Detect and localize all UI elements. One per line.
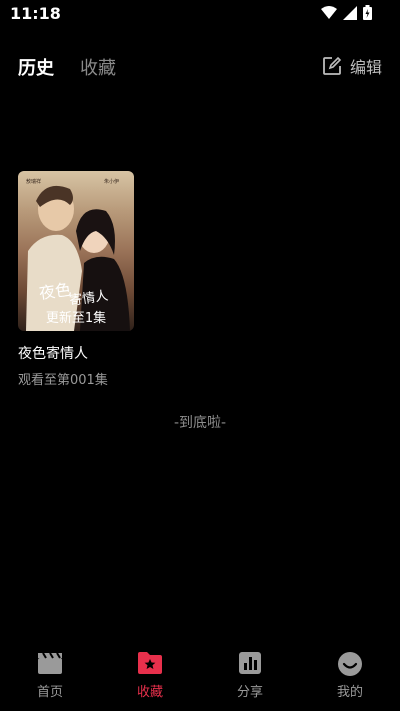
wifi-icon xyxy=(321,5,337,19)
battery-icon xyxy=(363,5,372,20)
end-of-list-text: -到底啦- xyxy=(173,415,227,431)
svg-text:敖瑞祥: 敖瑞祥 xyxy=(26,178,41,185)
star-folder-icon xyxy=(138,652,162,674)
nav-home[interactable]: 首页 xyxy=(0,649,100,711)
bar-chart-icon xyxy=(239,652,261,674)
edit-button[interactable]: 编辑 xyxy=(322,54,382,78)
nav-share-label: 分享 xyxy=(236,685,263,700)
watch-progress: 观看至第001集 xyxy=(18,373,108,388)
edit-label: 编辑 xyxy=(349,58,382,77)
tab-favorites[interactable]: 收藏 xyxy=(80,54,116,80)
poster-image[interactable]: 夜色 寄情人 敖瑞祥 朱小伊 更新至1集 xyxy=(18,171,134,331)
top-tabs: 历史 收藏 xyxy=(18,52,116,82)
status-bar: 11:18 xyxy=(0,0,400,28)
status-time: 11:18 xyxy=(10,4,61,23)
nav-favorites-label: 收藏 xyxy=(136,685,163,700)
svg-text:朱小伊: 朱小伊 xyxy=(104,178,119,185)
nav-profile[interactable]: 我的 xyxy=(300,649,400,711)
nav-favorites[interactable]: 收藏 xyxy=(100,649,200,711)
edit-icon xyxy=(323,56,342,75)
nav-profile-label: 我的 xyxy=(336,685,363,700)
smile-icon xyxy=(338,652,362,676)
signal-icon xyxy=(343,5,357,20)
history-card[interactable]: 夜色 寄情人 敖瑞祥 朱小伊 更新至1集 夜色寄情人 观看至第001集 xyxy=(18,171,134,388)
bottom-nav: 首页 收藏 分享 我的 xyxy=(0,649,400,711)
status-icons xyxy=(321,5,372,20)
nav-home-label: 首页 xyxy=(36,685,63,700)
tab-history[interactable]: 历史 xyxy=(18,54,54,80)
clapperboard-icon xyxy=(38,652,62,674)
nav-share[interactable]: 分享 xyxy=(200,649,300,711)
poster-update-badge: 更新至1集 xyxy=(45,311,107,326)
drama-title[interactable]: 夜色寄情人 xyxy=(18,343,134,363)
